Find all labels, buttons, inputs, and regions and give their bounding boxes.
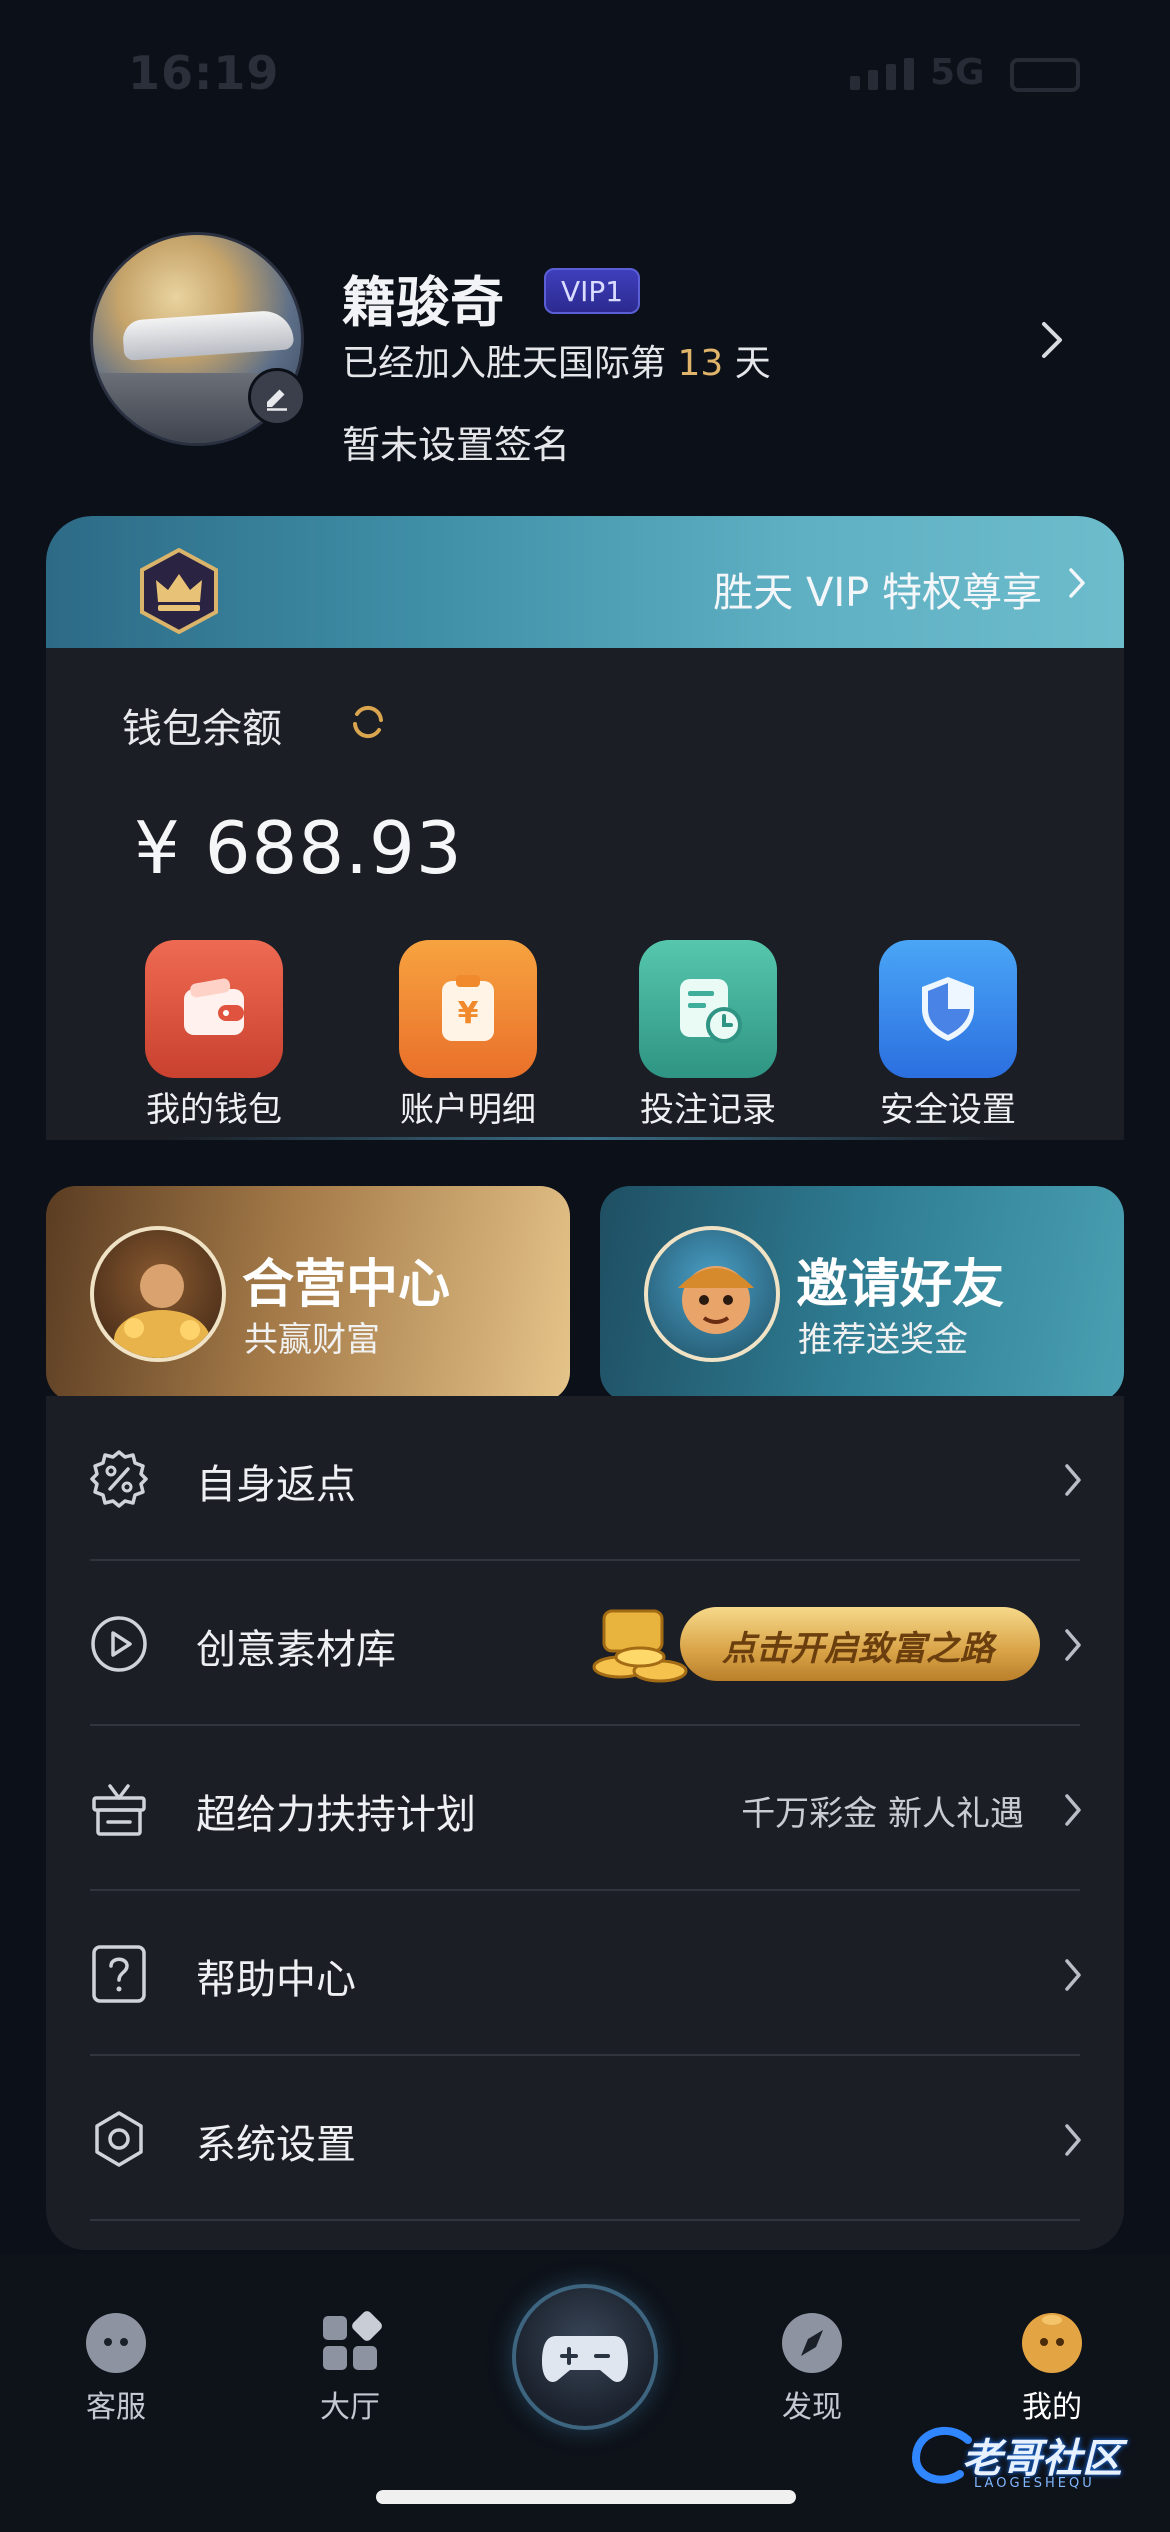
wallet-balance-label: 钱包余额: [122, 706, 282, 752]
cellular-signal-icon: [850, 58, 914, 90]
bet-record-icon: [639, 940, 777, 1078]
chevron-right-icon: [1065, 1794, 1081, 1826]
vip-level-badge: VIP1: [544, 268, 640, 314]
wealth-banner[interactable]: 点击开启致富之路: [590, 1601, 1040, 1687]
support-icon: [86, 2313, 146, 2373]
bet-records-button[interactable]: 投注记录: [608, 940, 808, 1131]
invite-avatar: [644, 1226, 780, 1362]
menu-label-creative-library: 创意素材库: [196, 1627, 396, 1673]
wealth-banner-text: 点击开启致富之路: [722, 1629, 994, 1669]
chevron-right-icon: [1069, 568, 1085, 598]
my-wallet-label: 我的钱包: [146, 1090, 282, 1130]
partner-center-title: 合营中心: [242, 1255, 451, 1315]
menu-extra-support-plan: 千万彩金 新人礼遇: [741, 1794, 1024, 1834]
gold-coins-icon: [592, 1609, 688, 1683]
chevron-right-icon: [1065, 1629, 1081, 1661]
menu-label-support-plan: 超给力扶持计划: [196, 1792, 476, 1838]
gift-icon: [92, 1784, 146, 1836]
settings-menu: 自身返点 创意素材库 点击开启致富之路 超给力扶持计划 千万彩金 新人礼遇 帮助…: [46, 1396, 1124, 2250]
shield-icon: [879, 940, 1017, 1078]
menu-item-support-plan[interactable]: 超给力扶持计划 千万彩金 新人礼遇: [46, 1726, 1124, 1891]
tab-profile[interactable]: 我的: [982, 2310, 1122, 2426]
wallet-icon: [145, 940, 283, 1078]
wallet-card: 胜天 VIP 特权尊享 钱包余额 ¥ 688.93 我的钱包 ¥ 账户明细 投注…: [46, 516, 1124, 1140]
menu-label-rebate: 自身返点: [196, 1462, 356, 1508]
chevron-right-icon: [1065, 1959, 1081, 1991]
tab-label-lobby: 大厅: [320, 2390, 380, 2425]
grid-icon: [323, 2311, 382, 2370]
profile-name: 籍骏奇: [342, 271, 504, 334]
status-bar: 16:19 5G: [0, 0, 1170, 150]
games-center-button[interactable]: [512, 2284, 658, 2430]
chevron-right-icon: [1065, 2124, 1081, 2156]
partner-center-card[interactable]: 合营中心 共赢财富: [46, 1186, 570, 1402]
invite-friends-subtitle: 推荐送奖金: [798, 1320, 968, 1360]
tab-lobby[interactable]: 大厅: [280, 2310, 420, 2426]
menu-item-rebate[interactable]: 自身返点: [46, 1396, 1124, 1561]
partner-center-subtitle: 共赢财富: [244, 1320, 380, 1360]
joined-prefix: 已经加入胜天国际第: [342, 343, 667, 384]
profile-icon: [1022, 2313, 1082, 2373]
joined-days-text: 已经加入胜天国际第 13 天: [342, 334, 771, 386]
tab-label-support: 客服: [86, 2390, 146, 2425]
tab-support[interactable]: 客服: [46, 2310, 186, 2426]
card-divider: [166, 1137, 1006, 1140]
bet-records-label: 投注记录: [640, 1090, 776, 1130]
yuan-clipboard-icon: ¥: [399, 940, 537, 1078]
vip-banner-text: 胜天 VIP 特权尊享: [713, 570, 1042, 616]
refresh-icon[interactable]: [348, 702, 388, 742]
profile-signature[interactable]: 暂未设置签名: [342, 414, 570, 469]
percent-gear-icon: [90, 1450, 148, 1508]
joined-suffix: 天: [734, 343, 771, 384]
invite-friends-card[interactable]: 邀请好友 推荐送奖金: [600, 1186, 1124, 1402]
wallet-balance-amount: ¥ 688.93: [134, 806, 463, 890]
security-settings-label: 安全设置: [880, 1090, 1016, 1130]
tab-label-discover: 发现: [782, 2390, 842, 2425]
menu-label-help-center: 帮助中心: [196, 1957, 356, 2003]
settings-gear-icon: [95, 2111, 143, 2167]
chevron-right-icon: [1065, 1464, 1081, 1496]
tab-discover[interactable]: 发现: [742, 2310, 882, 2426]
menu-item-system-settings[interactable]: 系统设置: [46, 2056, 1124, 2221]
vip-crown-icon: [140, 548, 218, 634]
account-details-label: 账户明细: [400, 1090, 536, 1130]
gamepad-icon: [542, 2336, 628, 2382]
partner-avatar: [90, 1226, 226, 1362]
svg-text:¥: ¥: [458, 996, 479, 1031]
security-settings-button[interactable]: 安全设置: [848, 940, 1048, 1131]
chevron-right-icon[interactable]: [1036, 318, 1066, 362]
watermark-subtext: LAOGESHEQU: [974, 2476, 1095, 2491]
watermark-logo: 老哥社区 LAOGESHEQU: [908, 2420, 1158, 2500]
my-wallet-button[interactable]: 我的钱包: [114, 940, 314, 1131]
home-indicator: [376, 2490, 796, 2504]
menu-label-system-settings: 系统设置: [196, 2122, 356, 2168]
vip-privilege-banner[interactable]: 胜天 VIP 特权尊享: [46, 516, 1124, 648]
battery-icon: [1010, 58, 1080, 92]
play-circle-icon: [91, 1616, 147, 1672]
network-type: 5G: [930, 52, 985, 93]
compass-icon: [782, 2313, 842, 2373]
menu-item-help-center[interactable]: 帮助中心: [46, 1891, 1124, 2056]
status-time: 16:19: [128, 46, 280, 100]
edit-icon[interactable]: [248, 368, 306, 426]
help-icon: [92, 1945, 146, 2003]
joined-days: 13: [677, 343, 724, 384]
invite-friends-title: 邀请好友: [796, 1255, 1005, 1315]
account-details-button[interactable]: ¥ 账户明细: [368, 940, 568, 1131]
menu-item-creative-library[interactable]: 创意素材库 点击开启致富之路: [46, 1561, 1124, 1726]
